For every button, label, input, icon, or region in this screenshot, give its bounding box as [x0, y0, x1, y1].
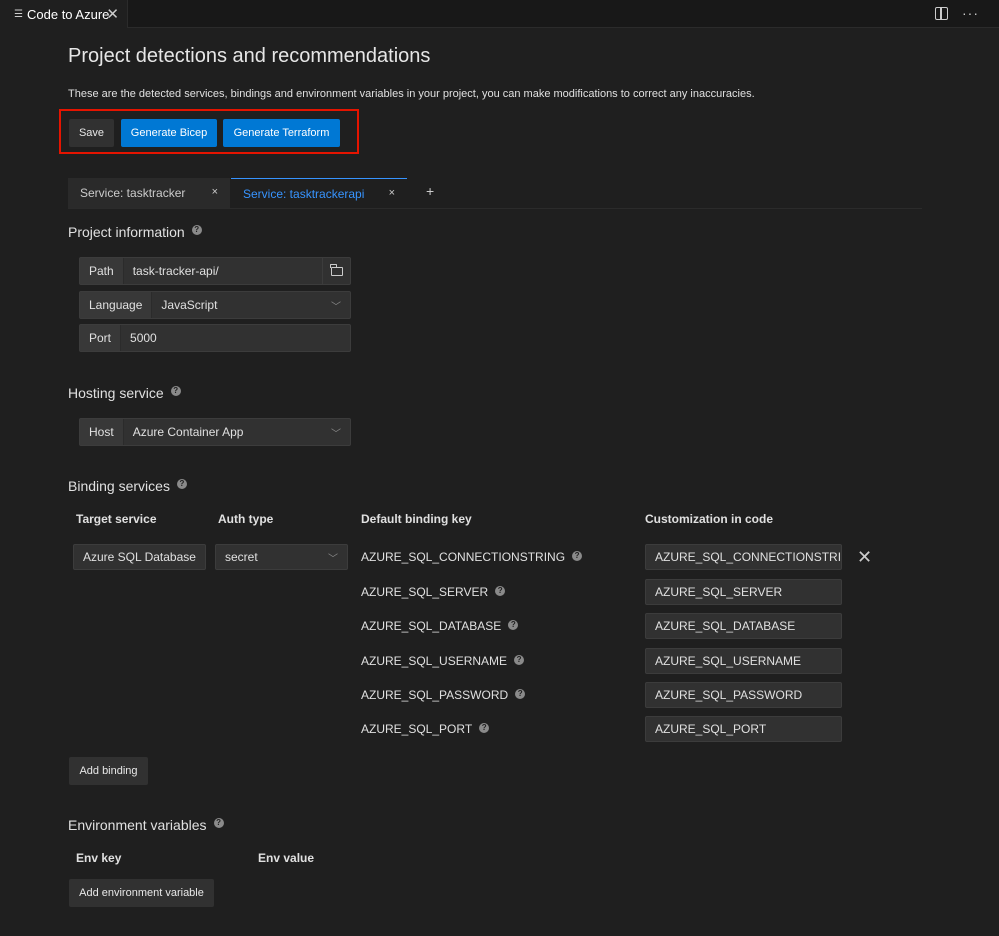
language-select[interactable]: JavaScript: [152, 298, 322, 312]
help-icon[interactable]: ?: [176, 479, 187, 489]
path-label: Path: [80, 258, 124, 284]
host-field: Host Azure Container App ﹀: [79, 418, 351, 446]
chevron-down-icon[interactable]: ﹀: [322, 425, 350, 440]
help-icon[interactable]: ?: [495, 586, 506, 596]
add-binding-button[interactable]: Add binding: [69, 757, 148, 785]
customization-input[interactable]: AZURE_SQL_PASSWORD: [645, 682, 842, 708]
project-info-title: Project information?: [68, 224, 202, 240]
help-icon[interactable]: ?: [191, 225, 202, 235]
language-label: Language: [80, 292, 153, 318]
binding-key-text: AZURE_SQL_USERNAME: [361, 654, 508, 668]
host-select[interactable]: Azure Container App: [124, 425, 322, 439]
binding-key-text: AZURE_SQL_DATABASE: [361, 619, 502, 633]
help-icon[interactable]: ?: [572, 551, 583, 561]
help-icon[interactable]: ?: [508, 620, 519, 630]
service-tabs: Service: tasktracker × Service: tasktrac…: [68, 178, 922, 209]
section-title-text: Environment variables: [68, 817, 207, 833]
generate-bicep-button[interactable]: Generate Bicep: [121, 119, 217, 147]
generate-terraform-button[interactable]: Generate Terraform: [223, 119, 340, 147]
host-label: Host: [80, 419, 124, 445]
binding-key-text: AZURE_SQL_CONNECTIONSTRING: [361, 550, 566, 564]
tab-service-tasktracker[interactable]: Service: tasktracker ×: [68, 178, 230, 208]
section-title-text: Binding services: [68, 478, 170, 494]
remove-binding-icon[interactable]: ✕: [857, 547, 872, 568]
binding-key-text: AZURE_SQL_SERVER: [361, 585, 489, 599]
editor-tab-code-to-azure[interactable]: ☰ Code to Azure ✕: [0, 0, 128, 28]
binding-key-label: AZURE_SQL_DATABASE?: [361, 619, 519, 633]
auth-type-value: secret: [225, 550, 258, 564]
add-service-icon[interactable]: +: [426, 183, 434, 199]
binding-title: Binding services?: [68, 478, 187, 494]
customization-input[interactable]: AZURE_SQL_PORT: [645, 716, 842, 742]
help-icon[interactable]: ?: [515, 689, 526, 699]
section-title-text: Hosting service: [68, 385, 164, 401]
customization-input[interactable]: AZURE_SQL_DATABASE: [645, 613, 842, 639]
port-field: Port 5000: [79, 324, 351, 352]
editor-tab-title: Code to Azure: [27, 6, 110, 22]
editor-tab-bar: ☰ Code to Azure ✕ ···: [0, 0, 999, 28]
save-button[interactable]: Save: [69, 119, 114, 147]
path-input[interactable]: task-tracker-api/: [124, 264, 322, 278]
close-icon[interactable]: ✕: [106, 5, 119, 23]
close-icon[interactable]: ×: [212, 186, 218, 198]
binding-key-text: AZURE_SQL_PASSWORD: [361, 688, 509, 702]
page-subtitle: These are the detected services, binding…: [68, 88, 755, 100]
binding-key-header: Default binding key: [361, 512, 472, 526]
path-field: Path task-tracker-api/: [79, 257, 351, 285]
section-title-text: Project information: [68, 224, 185, 240]
split-editor-icon[interactable]: [935, 7, 948, 20]
binding-key-label: AZURE_SQL_CONNECTIONSTRING?: [361, 550, 583, 564]
page-title: Project detections and recommendations: [68, 45, 431, 67]
binding-key-label: AZURE_SQL_PASSWORD?: [361, 688, 526, 702]
folder-icon[interactable]: [322, 258, 350, 284]
auth-type-select[interactable]: secret ﹀: [215, 544, 348, 570]
port-input[interactable]: 5000: [121, 331, 350, 345]
tab-service-tasktrackerapi[interactable]: Service: tasktrackerapi ×: [231, 178, 407, 208]
tab-label: Service: tasktracker: [80, 186, 186, 200]
env-value-header: Env value: [258, 851, 315, 865]
auth-type-header: Auth type: [218, 512, 274, 526]
target-service-header: Target service: [76, 512, 157, 526]
help-icon[interactable]: ?: [479, 723, 490, 733]
customization-input[interactable]: AZURE_SQL_CONNECTIONSTRING: [645, 544, 842, 570]
help-icon[interactable]: ?: [514, 655, 525, 665]
editor-actions: ···: [935, 5, 979, 21]
customization-input[interactable]: AZURE_SQL_USERNAME: [645, 648, 842, 674]
binding-key-label: AZURE_SQL_PORT?: [361, 722, 490, 736]
binding-key-label: AZURE_SQL_SERVER?: [361, 585, 506, 599]
help-icon[interactable]: ?: [213, 818, 224, 828]
chevron-down-icon[interactable]: ﹀: [322, 298, 350, 313]
help-icon[interactable]: ?: [170, 386, 181, 396]
binding-key-label: AZURE_SQL_USERNAME?: [361, 654, 525, 668]
customization-input[interactable]: AZURE_SQL_SERVER: [645, 579, 842, 605]
language-field: Language JavaScript ﹀: [79, 291, 351, 319]
more-actions-icon[interactable]: ···: [962, 5, 979, 21]
customization-header: Customization in code: [645, 512, 774, 526]
target-service-input[interactable]: Azure SQL Database: [73, 544, 206, 570]
binding-key-text: AZURE_SQL_PORT: [361, 722, 473, 736]
preview-icon: ☰: [14, 8, 23, 20]
hosting-title: Hosting service?: [68, 385, 181, 401]
env-title: Environment variables?: [68, 817, 224, 833]
env-key-header: Env key: [76, 851, 122, 865]
add-env-variable-button[interactable]: Add environment variable: [69, 879, 214, 907]
port-label: Port: [80, 325, 122, 351]
chevron-down-icon[interactable]: ﹀: [319, 550, 347, 565]
tab-label: Service: tasktrackerapi: [243, 186, 365, 201]
close-icon[interactable]: ×: [389, 187, 395, 199]
